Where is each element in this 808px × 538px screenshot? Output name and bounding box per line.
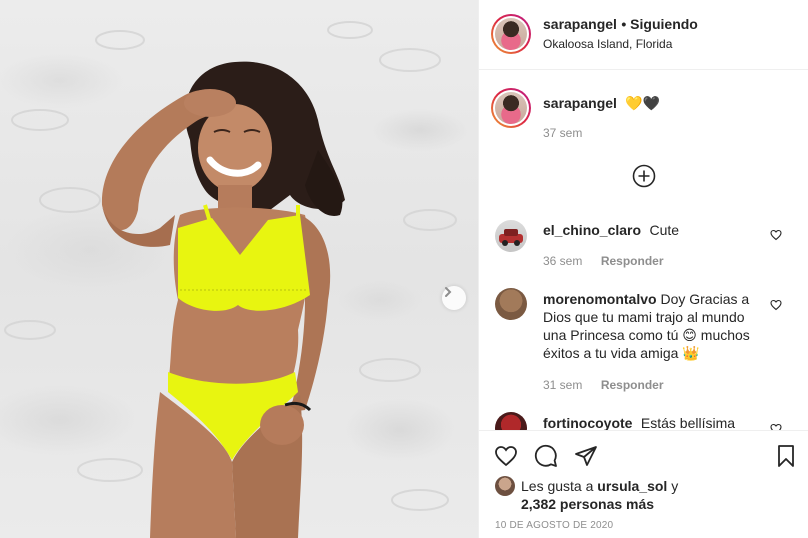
- reply-button[interactable]: Responder: [601, 254, 664, 268]
- plus-circle-icon: [632, 164, 656, 188]
- comment-time[interactable]: 36 sem: [543, 254, 582, 268]
- caption-avatar[interactable]: [491, 88, 531, 128]
- post-location[interactable]: Okaloosa Island, Florida: [543, 37, 672, 51]
- likes-connector: y: [671, 478, 679, 494]
- load-more-comments-button[interactable]: [632, 164, 656, 193]
- comment-body: morenomontalvo Doy Gracias a Dios que tu…: [543, 290, 793, 362]
- likes-count[interactable]: 2,382 personas más: [521, 496, 654, 512]
- comment-username[interactable]: fortinocoyote: [543, 415, 632, 430]
- comment-text: Cute: [649, 222, 680, 238]
- comment-username[interactable]: morenomontalvo: [543, 291, 657, 307]
- caption-time[interactable]: 37 sem: [543, 126, 582, 140]
- commenter-avatar[interactable]: [495, 412, 527, 430]
- heart-icon: [770, 299, 782, 311]
- commenter-avatar[interactable]: [495, 288, 527, 320]
- heart-icon: [770, 229, 782, 241]
- like-comment-button[interactable]: [770, 422, 782, 430]
- heart-icon: [495, 446, 517, 467]
- post-header: sarapangel • Siguiendo Okaloosa Island, …: [479, 0, 808, 70]
- author-avatar[interactable]: [491, 14, 531, 54]
- likes-prefix: Les gusta a: [521, 478, 594, 494]
- follow-status[interactable]: • Siguiendo: [621, 16, 697, 32]
- photo-illustration: [4, 21, 457, 538]
- post-photo[interactable]: [0, 0, 478, 538]
- car-avatar-image: [499, 229, 523, 246]
- comment-text-line: Doy Gracias a: [660, 291, 750, 307]
- comment-text: Estás bellísima: [640, 415, 736, 430]
- comments-list[interactable]: sarapangel 💛🖤 37 sem el_chino_claro Cute…: [479, 70, 808, 430]
- share-button[interactable]: [574, 444, 598, 473]
- like-comment-button[interactable]: [770, 228, 782, 246]
- paper-plane-icon: [575, 446, 597, 466]
- comment-time[interactable]: 31 sem: [543, 378, 582, 392]
- comment-text-line: una Princesa como tú 😊 muchos: [543, 327, 750, 343]
- comment-text-line: Dios que tu mami trajo al mundo: [543, 309, 745, 325]
- comment-username[interactable]: el_chino_claro: [543, 222, 641, 238]
- save-button[interactable]: [774, 444, 798, 473]
- post-side-panel: sarapangel • Siguiendo Okaloosa Island, …: [479, 0, 808, 538]
- likes-summary: Les gusta a ursula_sol y 2,382 personas …: [521, 477, 791, 513]
- post-actions: Les gusta a ursula_sol y 2,382 personas …: [479, 430, 808, 538]
- post-date[interactable]: 10 DE AGOSTO DE 2020: [495, 520, 613, 531]
- comment-bubble-icon: [534, 444, 557, 467]
- liker-avatar[interactable]: [495, 476, 515, 496]
- chevron-right-icon: [445, 287, 452, 297]
- next-photo-button[interactable]: [442, 286, 466, 310]
- caption-text: 💛🖤: [625, 95, 661, 111]
- comment-text-line: éxitos a tu vida amiga 👑: [543, 345, 700, 361]
- comment-button[interactable]: [534, 444, 558, 473]
- author-username[interactable]: sarapangel: [543, 16, 617, 32]
- liker-username[interactable]: ursula_sol: [597, 478, 667, 494]
- like-button[interactable]: [494, 444, 518, 473]
- bookmark-icon: [778, 445, 794, 467]
- like-comment-button[interactable]: [770, 298, 782, 316]
- reply-button[interactable]: Responder: [601, 378, 664, 392]
- heart-icon: [770, 423, 782, 430]
- caption-username[interactable]: sarapangel: [543, 95, 617, 111]
- commenter-avatar[interactable]: [495, 220, 527, 252]
